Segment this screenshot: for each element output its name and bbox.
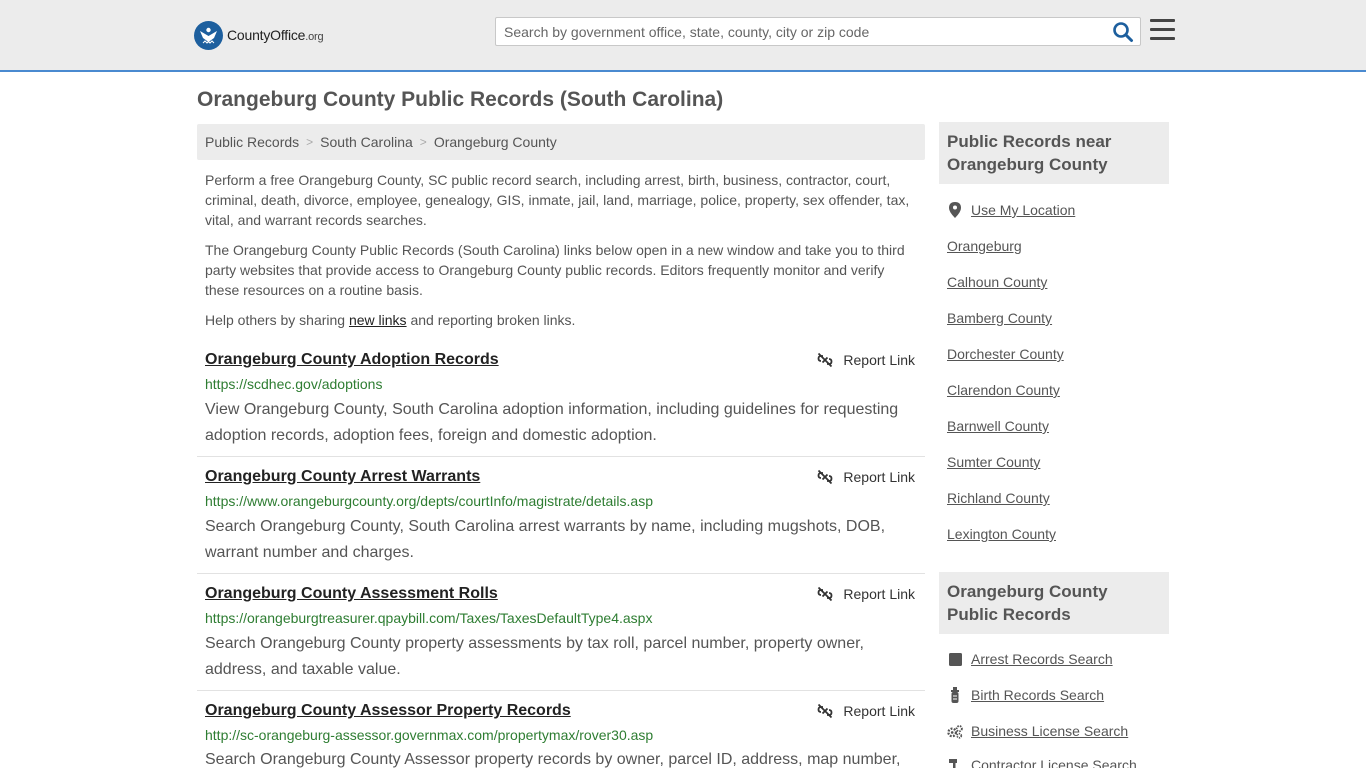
report-link-button[interactable]: Report Link [817,586,915,602]
logo-suffix: .org [305,31,324,43]
breadcrumb-separator-icon: > [306,135,314,149]
hammer-icon [947,757,963,768]
nearby-link-barnwell[interactable]: Barnwell County [947,418,1049,434]
business-license-label: Business License Search [971,723,1129,739]
search-input[interactable] [504,18,1104,45]
search-bar [495,17,1141,46]
broken-link-icon [818,703,833,719]
record-item: Orangeburg County Arrest Warrants Report… [197,468,925,574]
record-url[interactable]: https://orangeburgtreasurer.qpaybill.com… [205,610,652,626]
record-description: Search Orangeburg County Assessor proper… [205,751,901,768]
business-license-link[interactable]: Business License Search [947,723,1128,739]
breadcrumb-orangeburg-county[interactable]: Orangeburg County [434,134,557,150]
nearby-link-sumter[interactable]: Sumter County [947,454,1040,470]
record-title[interactable]: Orangeburg County Arrest Warrants [205,468,480,486]
record-description: Search Orangeburg County, South Carolina… [205,518,886,561]
nearby-link-dorchester[interactable]: Dorchester County [947,346,1064,362]
record-description: View Orangeburg County, South Carolina a… [205,401,899,444]
gears-icon [947,723,963,739]
report-link-label: Report Link [843,352,915,368]
new-links-link[interactable]: new links [349,312,407,328]
use-my-location-link[interactable]: Use My Location [947,202,1075,218]
broken-link-icon [818,586,833,602]
report-link-label: Report Link [843,586,915,602]
arrest-records-link[interactable]: Arrest Records Search [947,651,1113,667]
arrest-records-label: Arrest Records Search [971,651,1113,667]
report-link-button[interactable]: Report Link [817,352,915,368]
report-link-button[interactable]: Report Link [817,469,915,485]
page-title: Orangeburg County Public Records (South … [197,88,724,111]
nearby-link-bamberg[interactable]: Bamberg County [947,310,1052,326]
record-title[interactable]: Orangeburg County Assessment Rolls [205,585,498,603]
disclaimer-paragraph: The Orangeburg County Public Records (So… [205,242,905,298]
nearby-records-heading: Public Records near Orangeburg County [939,122,1169,184]
county-records-heading: Orangeburg County Public Records [939,572,1169,634]
search-button[interactable] [1112,21,1136,43]
search-icon [1113,22,1133,42]
contractor-license-link[interactable]: Contractor License Search [947,757,1137,768]
breadcrumb-south-carolina[interactable]: South Carolina [320,134,413,150]
site-logo[interactable]: CountyOffice.org [194,20,324,50]
map-pin-icon [947,202,963,218]
broken-link-icon [818,469,833,485]
birth-records-link[interactable]: Birth Records Search [947,687,1104,703]
nearby-link-calhoun[interactable]: Calhoun County [947,274,1047,290]
breadcrumb-separator-icon: > [419,135,427,149]
record-title[interactable]: Orangeburg County Assessor Property Reco… [205,702,571,720]
record-item: Orangeburg County Assessor Property Reco… [197,702,925,768]
report-link-label: Report Link [843,703,915,719]
record-url[interactable]: http://sc-orangeburg-assessor.governmax.… [205,727,653,743]
breadcrumb-public-records[interactable]: Public Records [205,134,299,150]
contractor-license-label: Contractor License Search [971,757,1137,768]
nearby-link-richland[interactable]: Richland County [947,490,1050,506]
record-title[interactable]: Orangeburg County Adoption Records [205,351,499,369]
record-description: Search Orangeburg County property assess… [205,635,864,678]
nearby-link-clarendon[interactable]: Clarendon County [947,382,1060,398]
help-suffix: and reporting broken links. [406,312,576,328]
logo-text: CountyOffice.org [227,27,324,43]
nearby-link-lexington[interactable]: Lexington County [947,526,1056,542]
record-url[interactable]: https://www.orangeburgcounty.org/depts/c… [205,493,653,509]
baby-bottle-icon [947,687,963,703]
logo-main: CountyOffice [227,27,306,43]
report-link-label: Report Link [843,469,915,485]
birth-records-label: Birth Records Search [971,687,1105,703]
hamburger-menu-icon[interactable] [1150,19,1175,41]
square-icon [947,651,963,667]
eagle-seal-icon [194,20,223,50]
record-url[interactable]: https://scdhec.gov/adoptions [205,376,382,392]
broken-link-icon [818,352,833,368]
record-item: Orangeburg County Adoption Records Repor… [197,351,925,457]
report-link-button[interactable]: Report Link [817,703,915,719]
help-paragraph: Help others by sharing new links and rep… [205,310,917,330]
nearby-link-orangeburg[interactable]: Orangeburg [947,238,1022,254]
help-prefix: Help others by sharing [205,312,349,328]
top-header: CountyOffice.org [0,0,1366,72]
intro-paragraph: Perform a free Orangeburg County, SC pub… [205,172,910,228]
record-item: Orangeburg County Assessment Rolls Repor… [197,585,925,691]
use-my-location-label: Use My Location [971,202,1076,218]
breadcrumb: Public Records > South Carolina > Orange… [197,124,925,160]
